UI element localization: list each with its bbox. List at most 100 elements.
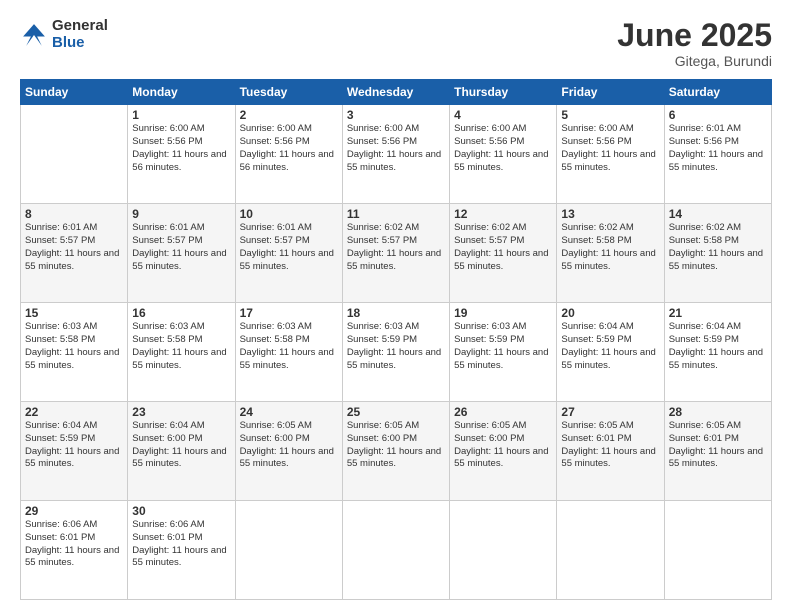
table-cell xyxy=(450,501,557,600)
day-number: 20 xyxy=(561,306,659,320)
day-number: 21 xyxy=(669,306,767,320)
logo-icon xyxy=(20,21,48,49)
logo: General Blue xyxy=(20,18,108,51)
col-sunday: Sunday xyxy=(21,80,128,105)
day-number: 13 xyxy=(561,207,659,221)
day-info: Sunrise: 6:01 AMSunset: 5:57 PMDaylight:… xyxy=(132,222,230,273)
week-row-4: 22Sunrise: 6:04 AMSunset: 5:59 PMDayligh… xyxy=(21,402,772,501)
table-cell: 10Sunrise: 6:01 AMSunset: 5:57 PMDayligh… xyxy=(235,204,342,303)
table-cell: 11Sunrise: 6:02 AMSunset: 5:57 PMDayligh… xyxy=(342,204,449,303)
day-info: Sunrise: 6:02 AMSunset: 5:58 PMDaylight:… xyxy=(561,222,659,273)
table-cell xyxy=(342,501,449,600)
day-number: 12 xyxy=(454,207,552,221)
table-cell: 8Sunrise: 6:01 AMSunset: 5:57 PMDaylight… xyxy=(21,204,128,303)
day-info: Sunrise: 6:02 AMSunset: 5:58 PMDaylight:… xyxy=(669,222,767,273)
table-cell: 21Sunrise: 6:04 AMSunset: 5:59 PMDayligh… xyxy=(664,303,771,402)
col-friday: Friday xyxy=(557,80,664,105)
day-number: 18 xyxy=(347,306,445,320)
table-cell: 18Sunrise: 6:03 AMSunset: 5:59 PMDayligh… xyxy=(342,303,449,402)
table-cell: 22Sunrise: 6:04 AMSunset: 5:59 PMDayligh… xyxy=(21,402,128,501)
logo-blue: Blue xyxy=(52,35,108,52)
day-info: Sunrise: 6:05 AMSunset: 6:01 PMDaylight:… xyxy=(561,420,659,471)
day-number: 28 xyxy=(669,405,767,419)
table-cell: 19Sunrise: 6:03 AMSunset: 5:59 PMDayligh… xyxy=(450,303,557,402)
table-cell: 30Sunrise: 6:06 AMSunset: 6:01 PMDayligh… xyxy=(128,501,235,600)
day-info: Sunrise: 6:00 AMSunset: 5:56 PMDaylight:… xyxy=(240,123,338,174)
day-info: Sunrise: 6:05 AMSunset: 6:00 PMDaylight:… xyxy=(240,420,338,471)
table-cell: 24Sunrise: 6:05 AMSunset: 6:00 PMDayligh… xyxy=(235,402,342,501)
day-number: 29 xyxy=(25,504,123,518)
table-cell: 9Sunrise: 6:01 AMSunset: 5:57 PMDaylight… xyxy=(128,204,235,303)
day-number: 16 xyxy=(132,306,230,320)
day-info: Sunrise: 6:03 AMSunset: 5:58 PMDaylight:… xyxy=(132,321,230,372)
page: General Blue June 2025 Gitega, Burundi S… xyxy=(0,0,792,612)
day-number: 23 xyxy=(132,405,230,419)
day-number: 19 xyxy=(454,306,552,320)
day-info: Sunrise: 6:00 AMSunset: 5:56 PMDaylight:… xyxy=(454,123,552,174)
col-wednesday: Wednesday xyxy=(342,80,449,105)
day-info: Sunrise: 6:04 AMSunset: 6:00 PMDaylight:… xyxy=(132,420,230,471)
day-number: 26 xyxy=(454,405,552,419)
week-row-2: 8Sunrise: 6:01 AMSunset: 5:57 PMDaylight… xyxy=(21,204,772,303)
table-cell: 17Sunrise: 6:03 AMSunset: 5:58 PMDayligh… xyxy=(235,303,342,402)
week-row-5: 29Sunrise: 6:06 AMSunset: 6:01 PMDayligh… xyxy=(21,501,772,600)
table-cell: 13Sunrise: 6:02 AMSunset: 5:58 PMDayligh… xyxy=(557,204,664,303)
day-info: Sunrise: 6:05 AMSunset: 6:00 PMDaylight:… xyxy=(454,420,552,471)
col-monday: Monday xyxy=(128,80,235,105)
day-number: 3 xyxy=(347,108,445,122)
col-saturday: Saturday xyxy=(664,80,771,105)
day-info: Sunrise: 6:04 AMSunset: 5:59 PMDaylight:… xyxy=(25,420,123,471)
table-cell xyxy=(664,501,771,600)
table-cell: 28Sunrise: 6:05 AMSunset: 6:01 PMDayligh… xyxy=(664,402,771,501)
day-number: 15 xyxy=(25,306,123,320)
table-cell: 5Sunrise: 6:00 AMSunset: 5:56 PMDaylight… xyxy=(557,105,664,204)
table-cell: 15Sunrise: 6:03 AMSunset: 5:58 PMDayligh… xyxy=(21,303,128,402)
table-cell: 25Sunrise: 6:05 AMSunset: 6:00 PMDayligh… xyxy=(342,402,449,501)
table-cell: 2Sunrise: 6:00 AMSunset: 5:56 PMDaylight… xyxy=(235,105,342,204)
table-cell xyxy=(21,105,128,204)
table-cell: 1Sunrise: 6:00 AMSunset: 5:56 PMDaylight… xyxy=(128,105,235,204)
day-info: Sunrise: 6:05 AMSunset: 6:01 PMDaylight:… xyxy=(669,420,767,471)
day-info: Sunrise: 6:03 AMSunset: 5:58 PMDaylight:… xyxy=(25,321,123,372)
day-info: Sunrise: 6:01 AMSunset: 5:56 PMDaylight:… xyxy=(669,123,767,174)
table-cell: 6Sunrise: 6:01 AMSunset: 5:56 PMDaylight… xyxy=(664,105,771,204)
title-block: June 2025 Gitega, Burundi xyxy=(617,18,772,69)
day-number: 2 xyxy=(240,108,338,122)
week-row-1: 1Sunrise: 6:00 AMSunset: 5:56 PMDaylight… xyxy=(21,105,772,204)
title-month: June 2025 xyxy=(617,18,772,53)
table-cell xyxy=(235,501,342,600)
day-info: Sunrise: 6:00 AMSunset: 5:56 PMDaylight:… xyxy=(132,123,230,174)
table-cell: 14Sunrise: 6:02 AMSunset: 5:58 PMDayligh… xyxy=(664,204,771,303)
day-number: 8 xyxy=(25,207,123,221)
day-number: 25 xyxy=(347,405,445,419)
day-number: 4 xyxy=(454,108,552,122)
table-cell: 4Sunrise: 6:00 AMSunset: 5:56 PMDaylight… xyxy=(450,105,557,204)
col-thursday: Thursday xyxy=(450,80,557,105)
day-info: Sunrise: 6:01 AMSunset: 5:57 PMDaylight:… xyxy=(240,222,338,273)
table-cell: 20Sunrise: 6:04 AMSunset: 5:59 PMDayligh… xyxy=(557,303,664,402)
day-info: Sunrise: 6:06 AMSunset: 6:01 PMDaylight:… xyxy=(25,519,123,570)
day-number: 9 xyxy=(132,207,230,221)
logo-general: General xyxy=(52,18,108,35)
day-info: Sunrise: 6:03 AMSunset: 5:59 PMDaylight:… xyxy=(454,321,552,372)
day-number: 30 xyxy=(132,504,230,518)
day-info: Sunrise: 6:00 AMSunset: 5:56 PMDaylight:… xyxy=(347,123,445,174)
table-cell: 26Sunrise: 6:05 AMSunset: 6:00 PMDayligh… xyxy=(450,402,557,501)
table-cell: 27Sunrise: 6:05 AMSunset: 6:01 PMDayligh… xyxy=(557,402,664,501)
table-cell: 29Sunrise: 6:06 AMSunset: 6:01 PMDayligh… xyxy=(21,501,128,600)
day-info: Sunrise: 6:05 AMSunset: 6:00 PMDaylight:… xyxy=(347,420,445,471)
day-info: Sunrise: 6:00 AMSunset: 5:56 PMDaylight:… xyxy=(561,123,659,174)
day-info: Sunrise: 6:03 AMSunset: 5:58 PMDaylight:… xyxy=(240,321,338,372)
day-info: Sunrise: 6:01 AMSunset: 5:57 PMDaylight:… xyxy=(25,222,123,273)
day-info: Sunrise: 6:02 AMSunset: 5:57 PMDaylight:… xyxy=(347,222,445,273)
day-info: Sunrise: 6:03 AMSunset: 5:59 PMDaylight:… xyxy=(347,321,445,372)
day-number: 5 xyxy=(561,108,659,122)
table-cell: 23Sunrise: 6:04 AMSunset: 6:00 PMDayligh… xyxy=(128,402,235,501)
table-cell: 12Sunrise: 6:02 AMSunset: 5:57 PMDayligh… xyxy=(450,204,557,303)
day-info: Sunrise: 6:02 AMSunset: 5:57 PMDaylight:… xyxy=(454,222,552,273)
calendar-table: Sunday Monday Tuesday Wednesday Thursday… xyxy=(20,79,772,600)
title-location: Gitega, Burundi xyxy=(617,53,772,69)
week-row-3: 15Sunrise: 6:03 AMSunset: 5:58 PMDayligh… xyxy=(21,303,772,402)
day-number: 24 xyxy=(240,405,338,419)
table-cell: 16Sunrise: 6:03 AMSunset: 5:58 PMDayligh… xyxy=(128,303,235,402)
